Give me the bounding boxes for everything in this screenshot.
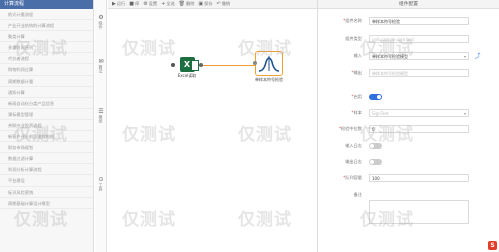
- sign-test-node[interactable]: 单样本符号检验: [247, 51, 291, 83]
- field-queue-capacity: *队列容量 100: [318, 173, 499, 183]
- flow-list-item[interactable]: 产业开业结构的计算流程: [0, 20, 93, 32]
- flow-sidebar: 计算流程 帆式计量流程 产业开业结构的计算流程 聚类计算 多重时间序列 代价者流…: [0, 0, 94, 252]
- flow-list-item[interactable]: 周期数据计量: [0, 76, 93, 87]
- sample-select[interactable]: SignTest: [369, 109, 469, 117]
- flow-list-item[interactable]: 数据过滤计算: [0, 153, 93, 165]
- flow-list-item[interactable]: 新客户评分前后流程构图: [0, 131, 93, 143]
- stop-icon: ■: [129, 1, 134, 7]
- property-panel: 组件配置 *组件名称 单样本符号检验 组件类型 unit.sample.sign…: [317, 0, 499, 252]
- field-output: *输出 单样本符号检验模型: [318, 68, 499, 78]
- trash-icon: 🗑: [178, 1, 186, 7]
- flow-list-item[interactable]: 财务市场规划: [0, 142, 93, 154]
- flow-list-item[interactable]: 通知计算: [0, 87, 93, 98]
- excel-read-node[interactable]: X Excel读取: [170, 57, 204, 79]
- undo-icon: ↶: [216, 1, 221, 7]
- component-type-input[interactable]: unit.sample.sign.test: [369, 35, 469, 43]
- field-enabled: *启用: [318, 92, 499, 102]
- select-all-button[interactable]: + 全选: [161, 1, 175, 7]
- input-select[interactable]: 单样本符号检验模型: [369, 52, 469, 60]
- gear-icon: ⚙: [98, 14, 104, 21]
- gear-icon: ⚙: [143, 1, 148, 7]
- mail-icon: ✉: [98, 58, 104, 65]
- flow-list-item[interactable]: 购物利润过算: [0, 64, 93, 76]
- rail-tab-label: 组件: [98, 21, 104, 29]
- field-component-name: *组件名称 单样本符号检验: [318, 16, 499, 26]
- save-button[interactable]: ▣ 保存: [198, 1, 212, 7]
- run-button[interactable]: ▶ 运行: [112, 1, 125, 7]
- node-label: 单样本符号检验: [255, 77, 283, 82]
- save-icon: ▣: [198, 1, 204, 7]
- flow-list-item[interactable]: 利润分析计算流程: [0, 164, 93, 176]
- excel-icon: X: [179, 57, 199, 72]
- field-sample: *样本 SignTest: [318, 108, 499, 118]
- field-component-type: 组件类型 unit.sample.sign.test: [318, 34, 499, 44]
- test-median-input[interactable]: 0: [369, 125, 469, 133]
- stop-button[interactable]: ■ 停: [129, 1, 139, 7]
- undo-button[interactable]: ↶ 撤销: [217, 1, 231, 7]
- output-input[interactable]: 单样本符号检验模型: [369, 69, 469, 77]
- flow-list: 帆式计量流程 产业开业结构的计算流程 聚类计算 多重时间序列 代价者流程 购物利…: [0, 9, 93, 209]
- component-rail: ⚙ 组件 ✉ 算法 ☰ 模型 ⊙ 工具: [95, 0, 107, 252]
- field-input: 输入 单样本符号检验模型 ⤴: [318, 51, 499, 61]
- enabled-toggle[interactable]: [369, 94, 382, 100]
- rail-tab-components[interactable]: ⚙ 组件: [97, 14, 105, 29]
- brand-logo-icon: S: [488, 241, 497, 250]
- distribution-curve-icon: [258, 56, 280, 72]
- flow-list-item[interactable]: 多重时间序列: [0, 42, 93, 54]
- queue-capacity-input[interactable]: 100: [369, 174, 469, 182]
- node-label: Excel读取: [177, 73, 197, 78]
- input-port[interactable]: [253, 61, 257, 65]
- input-port[interactable]: [171, 63, 175, 67]
- component-name-input[interactable]: 单样本符号检验: [369, 17, 469, 25]
- share-icon[interactable]: ⤴: [474, 53, 481, 60]
- remark-textarea[interactable]: [369, 200, 469, 224]
- rail-tab-label: 模型: [98, 115, 104, 123]
- list-icon: ☰: [98, 108, 104, 115]
- flow-list-item[interactable]: 代价者流程: [0, 53, 93, 65]
- flow-list-item[interactable]: 课标模型管理: [0, 109, 93, 120]
- rail-tab-algorithms[interactable]: ✉ 算法: [97, 58, 105, 73]
- model-node-box: [255, 51, 283, 76]
- input-log-toggle[interactable]: [369, 143, 382, 149]
- flow-list-item[interactable]: 周期基础计算设计模型: [0, 198, 93, 209]
- rail-tab-label: 工具: [98, 183, 104, 191]
- play-icon: ▶: [112, 1, 116, 7]
- flow-list-item[interactable]: 新闻自动化分类产品信息: [0, 98, 93, 109]
- delete-button[interactable]: 🗑 删除: [179, 1, 195, 7]
- flow-list-item[interactable]: 平台建设: [0, 175, 93, 187]
- field-input-log: 输入日志: [318, 141, 499, 151]
- field-test-median: *检验中位数 0: [318, 124, 499, 134]
- canvas-toolbar: ▶ 运行 ■ 停 ⚙ 设置 + 全选 🗑 删除 ▣ 保存 ↶ 撤销: [108, 0, 317, 9]
- settings-button[interactable]: ⚙ 设置: [143, 1, 157, 7]
- output-log-toggle[interactable]: [369, 159, 382, 165]
- panel-title: 组件配置: [318, 0, 499, 9]
- field-remark: 备注: [353, 192, 362, 197]
- rail-tab-label: 算法: [98, 65, 104, 73]
- rail-tab-models[interactable]: ☰ 模型: [97, 108, 105, 123]
- plus-icon: +: [161, 1, 166, 7]
- flow-list-item[interactable]: 关联产业投资流程: [0, 120, 93, 132]
- rail-tab-tools[interactable]: ⊙ 工具: [97, 176, 105, 191]
- output-port[interactable]: [199, 63, 203, 67]
- flow-list-item[interactable]: 帆式计量流程: [0, 9, 93, 21]
- flow-list-item[interactable]: 聚类计算: [0, 31, 93, 43]
- field-output-log: 输出日志: [318, 157, 499, 167]
- target-icon: ⊙: [98, 176, 104, 183]
- flow-list-item[interactable]: 标识风险营销: [0, 187, 93, 198]
- sidebar-title: 计算流程: [0, 0, 93, 9]
- flow-canvas[interactable]: X Excel读取 单样本符号检验: [108, 9, 317, 252]
